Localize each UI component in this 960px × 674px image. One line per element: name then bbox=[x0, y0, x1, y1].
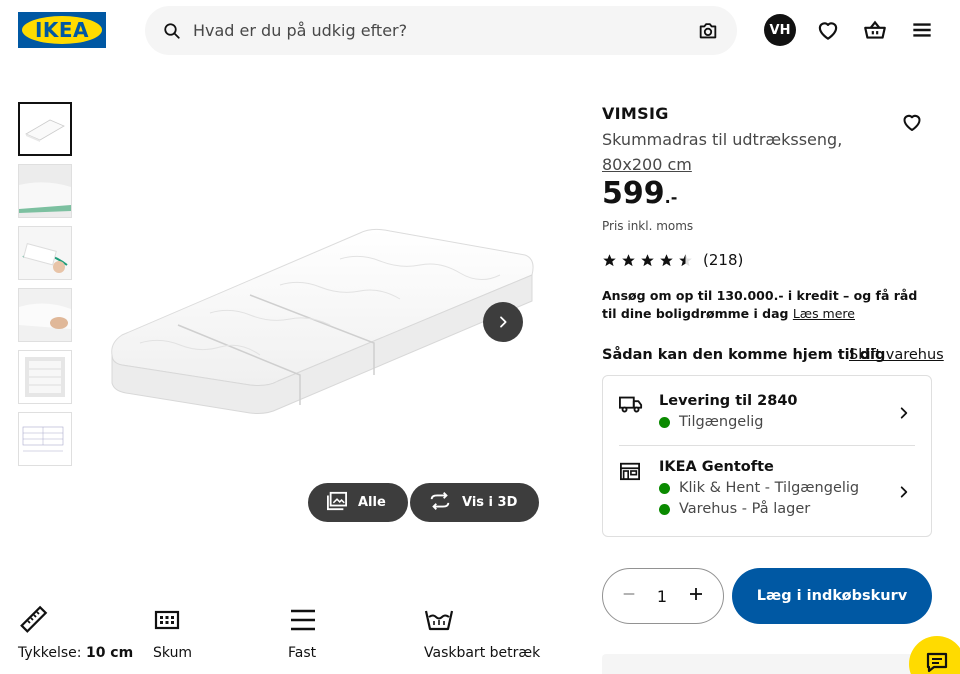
store-option[interactable]: IKEA Gentofte Klik & Hent - Tilgængelig … bbox=[619, 458, 915, 524]
thickness-label: Tykkelse: bbox=[18, 645, 82, 661]
next-image-button[interactable] bbox=[483, 302, 523, 342]
avatar-initials: VH bbox=[769, 22, 791, 38]
rotate-3d-icon bbox=[428, 491, 452, 515]
thumbnail-6[interactable] bbox=[18, 412, 72, 466]
foam-label: Skum bbox=[153, 645, 193, 661]
feature-washable: Vaskbart betræk bbox=[424, 605, 540, 661]
feature-firmness: Fast bbox=[288, 605, 318, 661]
product-name: VIMSIG bbox=[602, 104, 669, 123]
vat-note: Pris inkl. moms bbox=[602, 219, 694, 233]
show-all-label: Alle bbox=[358, 495, 386, 510]
washable-label: Vaskbart betræk bbox=[424, 645, 541, 661]
shopping-basket-icon[interactable] bbox=[862, 17, 888, 43]
search-bar[interactable] bbox=[145, 6, 737, 55]
quantity-stepper: 1 bbox=[602, 568, 724, 624]
availability-box: Levering til 2840 Tilgængelig IKEA Gento… bbox=[602, 375, 932, 537]
click-collect-status: Klik & Hent - Tilgængelig bbox=[659, 480, 859, 496]
chevron-right-icon bbox=[897, 405, 911, 424]
change-store-link[interactable]: Skift varehus bbox=[849, 347, 944, 363]
show-all-images-button[interactable]: Alle bbox=[308, 483, 408, 522]
search-input[interactable] bbox=[193, 21, 697, 40]
credit-offer: Ansøg om op til 130.000.- i kredit – og … bbox=[602, 287, 922, 323]
star-icon bbox=[641, 253, 654, 266]
store-title: IKEA Gentofte bbox=[659, 459, 774, 475]
camera-icon[interactable] bbox=[697, 20, 719, 42]
product-description-text: Skummadras til udtræksseng, bbox=[602, 130, 843, 149]
divider bbox=[619, 445, 915, 446]
search-icon[interactable] bbox=[163, 22, 181, 40]
ruler-icon bbox=[18, 605, 133, 635]
thumbnail-5[interactable] bbox=[18, 350, 72, 404]
star-icon bbox=[622, 253, 635, 266]
store-icon bbox=[619, 461, 641, 485]
delivery-status-text: Tilgængelig bbox=[679, 414, 764, 430]
menu-icon[interactable] bbox=[909, 17, 935, 43]
feature-foam: Skum bbox=[153, 605, 192, 661]
product-main-image[interactable] bbox=[100, 215, 540, 425]
thumbnail-list bbox=[18, 102, 72, 474]
logo-oval: IKEA bbox=[22, 16, 102, 44]
logo-text: IKEA bbox=[34, 18, 90, 42]
delivery-title: Levering til 2840 bbox=[659, 393, 798, 409]
chat-button[interactable] bbox=[909, 636, 960, 674]
rating[interactable]: (218) bbox=[602, 251, 743, 269]
view-3d-label: Vis i 3D bbox=[462, 495, 518, 510]
delivery-heading: Sådan kan den komme hjem til dig bbox=[602, 347, 886, 363]
half-star-icon bbox=[679, 253, 692, 266]
thumbnail-2[interactable] bbox=[18, 164, 72, 218]
credit-text: Ansøg om op til 130.000.- i kredit – og … bbox=[602, 288, 918, 321]
status-dot-icon bbox=[659, 482, 670, 494]
increase-quantity-button[interactable] bbox=[687, 585, 705, 607]
price-value: 599 bbox=[602, 176, 665, 211]
add-to-wishlist-heart-icon[interactable] bbox=[900, 110, 924, 134]
product-price: 599.- bbox=[602, 176, 677, 211]
product-size-link[interactable]: 80x200 cm bbox=[602, 155, 692, 174]
add-to-cart-button[interactable]: Læg i indkøbskurv bbox=[732, 568, 932, 624]
review-count[interactable]: (218) bbox=[703, 251, 743, 269]
chat-icon bbox=[925, 651, 949, 674]
quantity-value[interactable]: 1 bbox=[657, 587, 667, 606]
price-suffix: .- bbox=[664, 188, 678, 207]
read-more-link[interactable]: Læs mere bbox=[793, 306, 855, 321]
info-card bbox=[602, 654, 932, 674]
thumbnail-3[interactable] bbox=[18, 226, 72, 280]
thumbnail-1[interactable] bbox=[18, 102, 72, 156]
view-3d-button[interactable]: Vis i 3D bbox=[410, 483, 540, 522]
star-icon bbox=[603, 253, 616, 266]
thumbnail-4[interactable] bbox=[18, 288, 72, 342]
washable-icon bbox=[424, 605, 540, 635]
chevron-right-icon bbox=[897, 484, 911, 503]
delivery-status: Tilgængelig bbox=[659, 414, 764, 430]
rating-stars bbox=[602, 253, 693, 268]
decrease-quantity-button[interactable] bbox=[621, 586, 637, 606]
firmness-label: Fast bbox=[288, 645, 317, 661]
firmness-icon bbox=[288, 605, 318, 635]
store-stock-status: Varehus - På lager bbox=[659, 501, 810, 517]
avatar[interactable]: VH bbox=[764, 14, 796, 46]
gallery-icon bbox=[326, 491, 348, 515]
product-description: Skummadras til udtræksseng, 80x200 cm bbox=[602, 127, 862, 177]
thickness-value: 10 cm bbox=[85, 645, 134, 661]
ikea-logo[interactable]: IKEA bbox=[18, 12, 106, 48]
truck-icon bbox=[619, 394, 643, 418]
status-dot-icon bbox=[659, 416, 670, 428]
wishlist-heart-icon[interactable] bbox=[815, 17, 841, 43]
foam-icon bbox=[153, 605, 192, 635]
delivery-option[interactable]: Levering til 2840 Tilgængelig bbox=[619, 392, 915, 436]
status-dot-icon bbox=[659, 503, 670, 515]
feature-thickness: Tykkelse: 10 cm bbox=[18, 605, 133, 661]
click-collect-text: Klik & Hent - Tilgængelig bbox=[679, 480, 860, 496]
star-icon bbox=[660, 253, 673, 266]
store-stock-text: Varehus - På lager bbox=[679, 501, 811, 517]
